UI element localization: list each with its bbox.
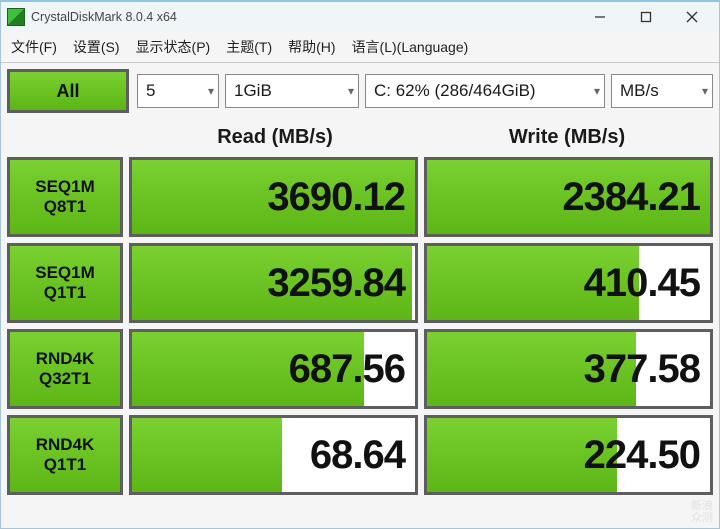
result-row: RND4KQ32T1 687.56 377.58 <box>7 329 713 409</box>
menu-file[interactable]: 文件(F) <box>3 33 65 61</box>
write-value: 224.50 <box>584 433 700 478</box>
result-row: SEQ1MQ8T1 3690.12 2384.21 <box>7 157 713 237</box>
menu-settings[interactable]: 设置(S) <box>65 33 128 61</box>
chevron-down-icon: ▾ <box>594 84 600 98</box>
test-name-line1: RND4K <box>36 435 95 455</box>
controls-row: All 5 ▾ 1GiB ▾ C: 62% (286/464GiB) ▾ MB/… <box>1 63 719 117</box>
chevron-down-icon: ▾ <box>208 84 214 98</box>
results-grid: Read (MB/s) Write (MB/s) SEQ1MQ8T13690.1… <box>1 117 719 528</box>
minimize-icon <box>594 11 606 23</box>
test-name-line1: RND4K <box>36 349 95 369</box>
app-window: CrystalDiskMark 8.0.4 x64 文件(F) 设置(S) 显示… <box>0 0 720 529</box>
window-controls <box>577 2 715 32</box>
close-button[interactable] <box>669 2 715 32</box>
header-row: Read (MB/s) Write (MB/s) <box>7 117 713 157</box>
result-row: RND4KQ1T1 68.64 224.50 <box>7 415 713 495</box>
run-all-label: All <box>56 81 79 102</box>
watermark: 新浪 众测 <box>691 500 713 524</box>
watermark-line2: 众测 <box>691 512 713 524</box>
write-value: 410.45 <box>584 261 700 306</box>
test-button[interactable]: RND4KQ32T1 <box>7 329 123 409</box>
maximize-icon <box>640 11 652 23</box>
read-result: 687.56 <box>129 329 418 409</box>
chevron-down-icon: ▾ <box>702 84 708 98</box>
titlebar: CrystalDiskMark 8.0.4 x64 <box>1 2 719 32</box>
test-name-line2: Q1T1 <box>44 283 87 303</box>
count-value: 5 <box>146 81 155 101</box>
write-result: 224.50 <box>424 415 713 495</box>
close-icon <box>686 11 698 23</box>
write-result: 2384.21 <box>424 157 713 237</box>
test-button[interactable]: SEQ1MQ1T1 <box>7 243 123 323</box>
write-result: 377.58 <box>424 329 713 409</box>
minimize-button[interactable] <box>577 2 623 32</box>
write-result: 410.45 <box>424 243 713 323</box>
test-button[interactable]: SEQ1MQ8T1 <box>7 157 123 237</box>
window-title: CrystalDiskMark 8.0.4 x64 <box>31 10 177 24</box>
read-value: 687.56 <box>289 347 405 392</box>
read-result: 68.64 <box>129 415 418 495</box>
test-name-line2: Q32T1 <box>39 369 91 389</box>
read-value: 3690.12 <box>267 175 405 220</box>
test-name-line2: Q1T1 <box>44 455 87 475</box>
app-icon <box>7 8 25 26</box>
header-spacer <box>7 117 129 157</box>
menu-help[interactable]: 帮助(H) <box>280 33 343 61</box>
count-select[interactable]: 5 ▾ <box>137 74 219 108</box>
read-header: Read (MB/s) <box>129 117 421 157</box>
menu-display[interactable]: 显示状态(P) <box>128 33 219 61</box>
maximize-button[interactable] <box>623 2 669 32</box>
size-select[interactable]: 1GiB ▾ <box>225 74 359 108</box>
test-name-line1: SEQ1M <box>35 177 95 197</box>
drive-value: C: 62% (286/464GiB) <box>374 81 536 101</box>
read-value: 68.64 <box>310 433 405 478</box>
read-result: 3690.12 <box>129 157 418 237</box>
menubar: 文件(F) 设置(S) 显示状态(P) 主题(T) 帮助(H) 语言(L)(La… <box>1 32 719 63</box>
unit-value: MB/s <box>620 81 659 101</box>
write-header: Write (MB/s) <box>421 117 713 157</box>
run-all-button[interactable]: All <box>7 69 129 113</box>
test-name-line2: Q8T1 <box>44 197 87 217</box>
watermark-line1: 新浪 <box>691 500 713 512</box>
menu-language[interactable]: 语言(L)(Language) <box>344 33 477 61</box>
test-name-line1: SEQ1M <box>35 263 95 283</box>
result-row: SEQ1MQ1T1 3259.84 410.45 <box>7 243 713 323</box>
unit-select[interactable]: MB/s ▾ <box>611 74 713 108</box>
read-bar <box>132 418 282 492</box>
test-button[interactable]: RND4KQ1T1 <box>7 415 123 495</box>
read-result: 3259.84 <box>129 243 418 323</box>
chevron-down-icon: ▾ <box>348 84 354 98</box>
size-value: 1GiB <box>234 81 272 101</box>
drive-select[interactable]: C: 62% (286/464GiB) ▾ <box>365 74 605 108</box>
read-value: 3259.84 <box>267 261 405 306</box>
write-value: 377.58 <box>584 347 700 392</box>
write-value: 2384.21 <box>562 175 700 220</box>
menu-theme[interactable]: 主题(T) <box>218 33 280 61</box>
